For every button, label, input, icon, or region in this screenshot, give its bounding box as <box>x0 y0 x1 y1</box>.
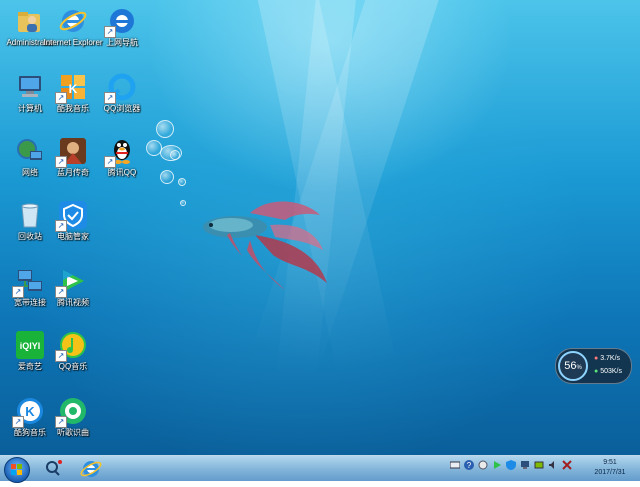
svg-text:K: K <box>69 82 78 96</box>
desktop-icon-label: 听歌识曲 <box>57 428 89 437</box>
volume-icon[interactable] <box>548 460 558 470</box>
bubble <box>180 200 186 206</box>
iqiyi-icon: iQIYI <box>16 331 44 359</box>
desktop-icon-qq-music[interactable]: ↗ QQ音乐 <box>43 326 103 390</box>
download-speed-value: 503K/s <box>600 368 622 375</box>
settings-icon[interactable] <box>478 460 488 470</box>
windows-logo-icon <box>11 464 22 475</box>
upload-speed-value: 3.7K/s <box>600 355 621 362</box>
desktop-icon-tencent-qq[interactable]: ↗ 腾讯QQ <box>92 132 152 196</box>
clock-time: 9:51 <box>603 459 617 466</box>
shortcut-arrow-icon: ↗ <box>104 92 116 104</box>
internet-explorer-icon <box>59 10 87 32</box>
memory-usage-gauge: 56% <box>558 351 588 381</box>
battery-icon[interactable] <box>534 460 544 470</box>
recycle-bin-icon <box>21 203 39 228</box>
desktop-icon-label: QQ音乐 <box>58 362 88 371</box>
desktop-icon-label: 上网导航 <box>106 38 138 47</box>
shortcut-arrow-icon: ↗ <box>12 416 24 428</box>
desktop-icon-tencent-video[interactable]: ↗ 腾讯视频 <box>43 262 103 326</box>
bubble <box>178 178 186 186</box>
taskbar-internet-explorer[interactable] <box>78 457 104 480</box>
download-arrow-icon: ● <box>594 368 599 375</box>
betta-fish-illustration <box>203 201 327 290</box>
taskbar: ? 9:51 2017/7/31 <box>0 455 640 483</box>
svg-text:K: K <box>25 404 35 419</box>
internet-explorer-icon <box>80 461 102 477</box>
desktop-icon-web-navigation[interactable]: ↗ 上网导航 <box>92 2 152 66</box>
shortcut-arrow-icon: ↗ <box>55 156 67 168</box>
shortcut-arrow-icon: ↗ <box>55 286 67 298</box>
desktop-icon-label: 电脑管家 <box>57 232 89 241</box>
shortcut-arrow-icon: ↗ <box>55 92 67 104</box>
shortcut-arrow-icon: ↗ <box>104 26 116 38</box>
shortcut-arrow-icon: ↗ <box>104 156 116 168</box>
shortcut-arrow-icon: ↗ <box>55 416 67 428</box>
shield-icon[interactable] <box>506 460 516 470</box>
taskbar-clock[interactable]: 9:51 2017/7/31 <box>582 458 638 478</box>
desktop-icon-qq-browser[interactable]: ↗ QQ浏览器 <box>92 68 152 132</box>
qq-browser-search-icon <box>46 460 62 476</box>
desktop-icon-label: 腾讯视频 <box>57 298 89 307</box>
start-button[interactable] <box>4 457 30 483</box>
media-player-icon[interactable] <box>492 460 502 470</box>
upload-arrow-icon: ● <box>594 355 599 362</box>
clock-date: 2017/7/31 <box>594 469 626 476</box>
user-folder-icon <box>18 12 40 32</box>
shortcut-arrow-icon: ↗ <box>55 220 67 232</box>
desktop-icon-label: QQ浏览器 <box>103 104 141 113</box>
keyboard-icon[interactable] <box>450 460 460 470</box>
close-icon[interactable] <box>562 460 572 470</box>
svg-text:?: ? <box>467 461 472 470</box>
bubble <box>170 150 180 160</box>
taskbar-search-button[interactable] <box>40 457 66 480</box>
desktop-icon-label: 腾讯QQ <box>107 168 137 177</box>
network-speed-widget[interactable]: 56% ● 3.7K/s ● 503K/s <box>555 348 632 384</box>
computer-icon <box>19 76 41 97</box>
bubble <box>156 120 174 138</box>
shortcut-arrow-icon: ↗ <box>12 286 24 298</box>
network-status-icon[interactable] <box>520 460 530 470</box>
download-speed: ● 503K/s <box>594 368 622 375</box>
memory-usage-percent: 56 <box>564 360 577 372</box>
network-icon <box>17 139 42 160</box>
help-icon[interactable]: ? <box>464 460 474 470</box>
desktop-background: Administrator Internet Explorer ↗ 上网导航 计… <box>0 0 640 455</box>
desktop-icon-song-recognition[interactable]: ↗ 听歌识曲 <box>43 392 103 455</box>
memory-usage-unit: % <box>576 365 582 371</box>
shortcut-arrow-icon: ↗ <box>55 350 67 362</box>
svg-text:iQIYI: iQIYI <box>20 341 41 351</box>
desktop-icon-pc-manager[interactable]: ↗ 电脑管家 <box>43 196 103 260</box>
upload-speed: ● 3.7K/s <box>594 355 620 362</box>
bubble <box>160 170 174 184</box>
